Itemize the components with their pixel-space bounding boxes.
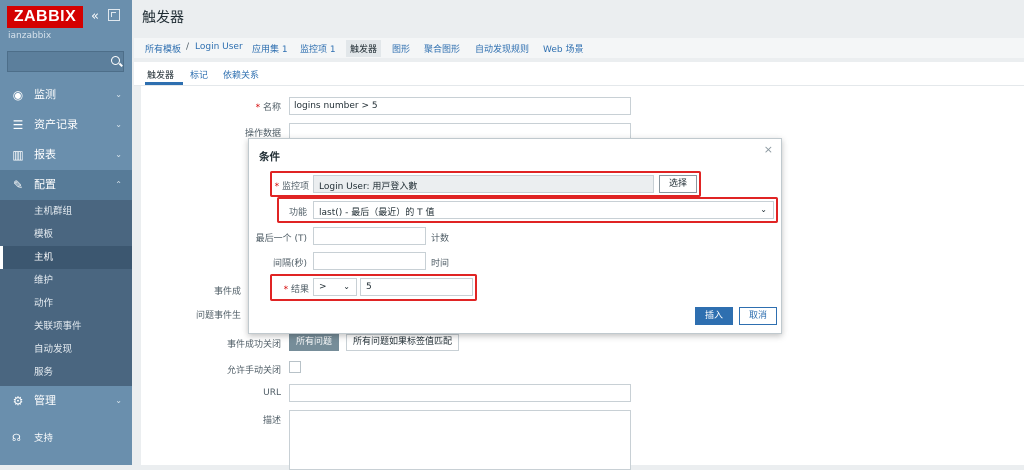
menu-configuration[interactable]: ✎ 配置 ⌃: [0, 170, 132, 200]
menu-label: 监测: [34, 88, 56, 101]
chevron-down-icon: ⌄: [115, 150, 122, 159]
kiosk-mode-icon[interactable]: [108, 9, 120, 21]
chevron-up-icon: ⌃: [115, 180, 122, 189]
breadcrumb: 所有模板 / Login User 应用集 1 监控项 1 触发器 图形 聚合图…: [134, 38, 1024, 58]
interval-input[interactable]: [313, 252, 426, 270]
crumb-template-name[interactable]: Login User: [195, 42, 243, 52]
submenu-discovery[interactable]: 自动发现: [0, 338, 132, 361]
crumb-web-scenarios[interactable]: Web 场景: [543, 42, 583, 55]
function-highlight: [277, 197, 778, 223]
bar-chart-icon: ▥: [12, 148, 24, 162]
menu-label: 配置: [34, 178, 56, 191]
menu-administration[interactable]: ⚙ 管理 ⌄: [0, 386, 132, 416]
chevron-down-icon: ⌄: [115, 120, 122, 129]
submenu-hosts[interactable]: 主机: [0, 246, 132, 269]
url-label: URL: [263, 388, 281, 398]
support-label: 支持: [34, 433, 54, 444]
form-tabs: 触发器 标记 依赖关系: [134, 62, 1024, 86]
sidebar-search-input[interactable]: [7, 51, 124, 72]
menu-monitoring[interactable]: ◉ 监测 ⌄: [0, 80, 132, 110]
item-highlight: [270, 171, 701, 197]
crumb-graphs[interactable]: 图形: [392, 42, 410, 55]
menu-label: 管理: [34, 394, 56, 407]
last-t-unit: 计数: [431, 234, 450, 244]
ok-close-all-problems[interactable]: 所有问题: [289, 334, 340, 351]
chevron-down-icon: ⌄: [115, 90, 122, 99]
zabbix-logo[interactable]: ZABBIX: [7, 6, 83, 28]
condition-dialog: 条件 × * 监控项 Login User: 用戸登入數 选择 功能 last(…: [248, 138, 782, 334]
name-input[interactable]: logins number > 5: [289, 97, 631, 115]
search-icon[interactable]: [111, 56, 120, 65]
tab-tags[interactable]: 标记: [190, 68, 208, 81]
list-icon: ☰: [12, 118, 24, 132]
result-highlight: [270, 274, 477, 301]
name-label-text: 名称: [262, 103, 281, 113]
event-gen-label: 事件成: [213, 287, 241, 297]
description-textarea[interactable]: [289, 410, 631, 470]
support-link[interactable]: ☊ 支持: [0, 428, 132, 450]
insert-button[interactable]: 插入: [695, 307, 733, 325]
crumb-applications[interactable]: 应用集 1: [252, 42, 288, 55]
crumb-items[interactable]: 监控项 1: [300, 42, 336, 55]
menu-reports[interactable]: ▥ 报表 ⌄: [0, 140, 132, 170]
last-t-input[interactable]: [313, 227, 426, 245]
name-label: * 名称: [255, 103, 281, 113]
sidebar: ZABBIX « ianzabbix ◉ 监测 ⌄ ☰ 资产记录 ⌄ ▥ 报表 …: [0, 0, 132, 465]
active-tab-indicator: [145, 82, 183, 85]
tab-dependencies[interactable]: 依赖关系: [223, 68, 259, 81]
gear-icon: ⚙: [12, 394, 24, 408]
eye-icon: ◉: [12, 88, 24, 102]
crumb-triggers[interactable]: 触发器: [346, 40, 382, 57]
menu-label: 资产记录: [34, 118, 78, 131]
submenu-host-groups[interactable]: 主机群组: [0, 200, 132, 223]
logo-row: ZABBIX «: [7, 6, 125, 28]
last-t-label: 最后一个 (T): [255, 234, 307, 244]
crumb-all-templates[interactable]: 所有模板: [145, 42, 181, 55]
ok-close-label: 事件成功关闭: [226, 340, 281, 350]
crumb-screens[interactable]: 聚合图形: [424, 42, 460, 55]
crumb-discovery-rules[interactable]: 自动发现规则: [475, 42, 529, 55]
url-input[interactable]: [289, 384, 631, 402]
submenu-templates[interactable]: 模板: [0, 223, 132, 246]
menu-inventory[interactable]: ☰ 资产记录 ⌄: [0, 110, 132, 140]
close-icon[interactable]: ×: [764, 143, 773, 156]
cancel-button[interactable]: 取消: [739, 307, 777, 325]
dialog-title: 条件: [259, 151, 280, 163]
submenu-services[interactable]: 服务: [0, 361, 132, 384]
interval-label: 间隔(秒): [272, 259, 307, 269]
tab-trigger[interactable]: 触发器: [147, 68, 174, 81]
headset-icon: ☊: [12, 433, 21, 444]
interval-unit: 时间: [431, 259, 450, 269]
manual-close-checkbox[interactable]: [289, 361, 301, 373]
description-label: 描述: [262, 416, 281, 426]
server-name: ianzabbix: [8, 31, 52, 41]
wrench-icon: ✎: [12, 178, 24, 192]
problem-event-label: 问题事件生: [195, 311, 241, 321]
manual-close-label: 允许手动关闭: [226, 366, 281, 376]
page-title: 触发器: [142, 10, 184, 26]
ok-close-tag-match[interactable]: 所有问题如果标签值匹配: [346, 334, 460, 351]
menu-label: 报表: [34, 148, 56, 161]
collapse-sidebar-icon[interactable]: «: [91, 9, 99, 24]
crumb-separator: /: [186, 42, 190, 52]
chevron-down-icon: ⌄: [115, 396, 122, 405]
